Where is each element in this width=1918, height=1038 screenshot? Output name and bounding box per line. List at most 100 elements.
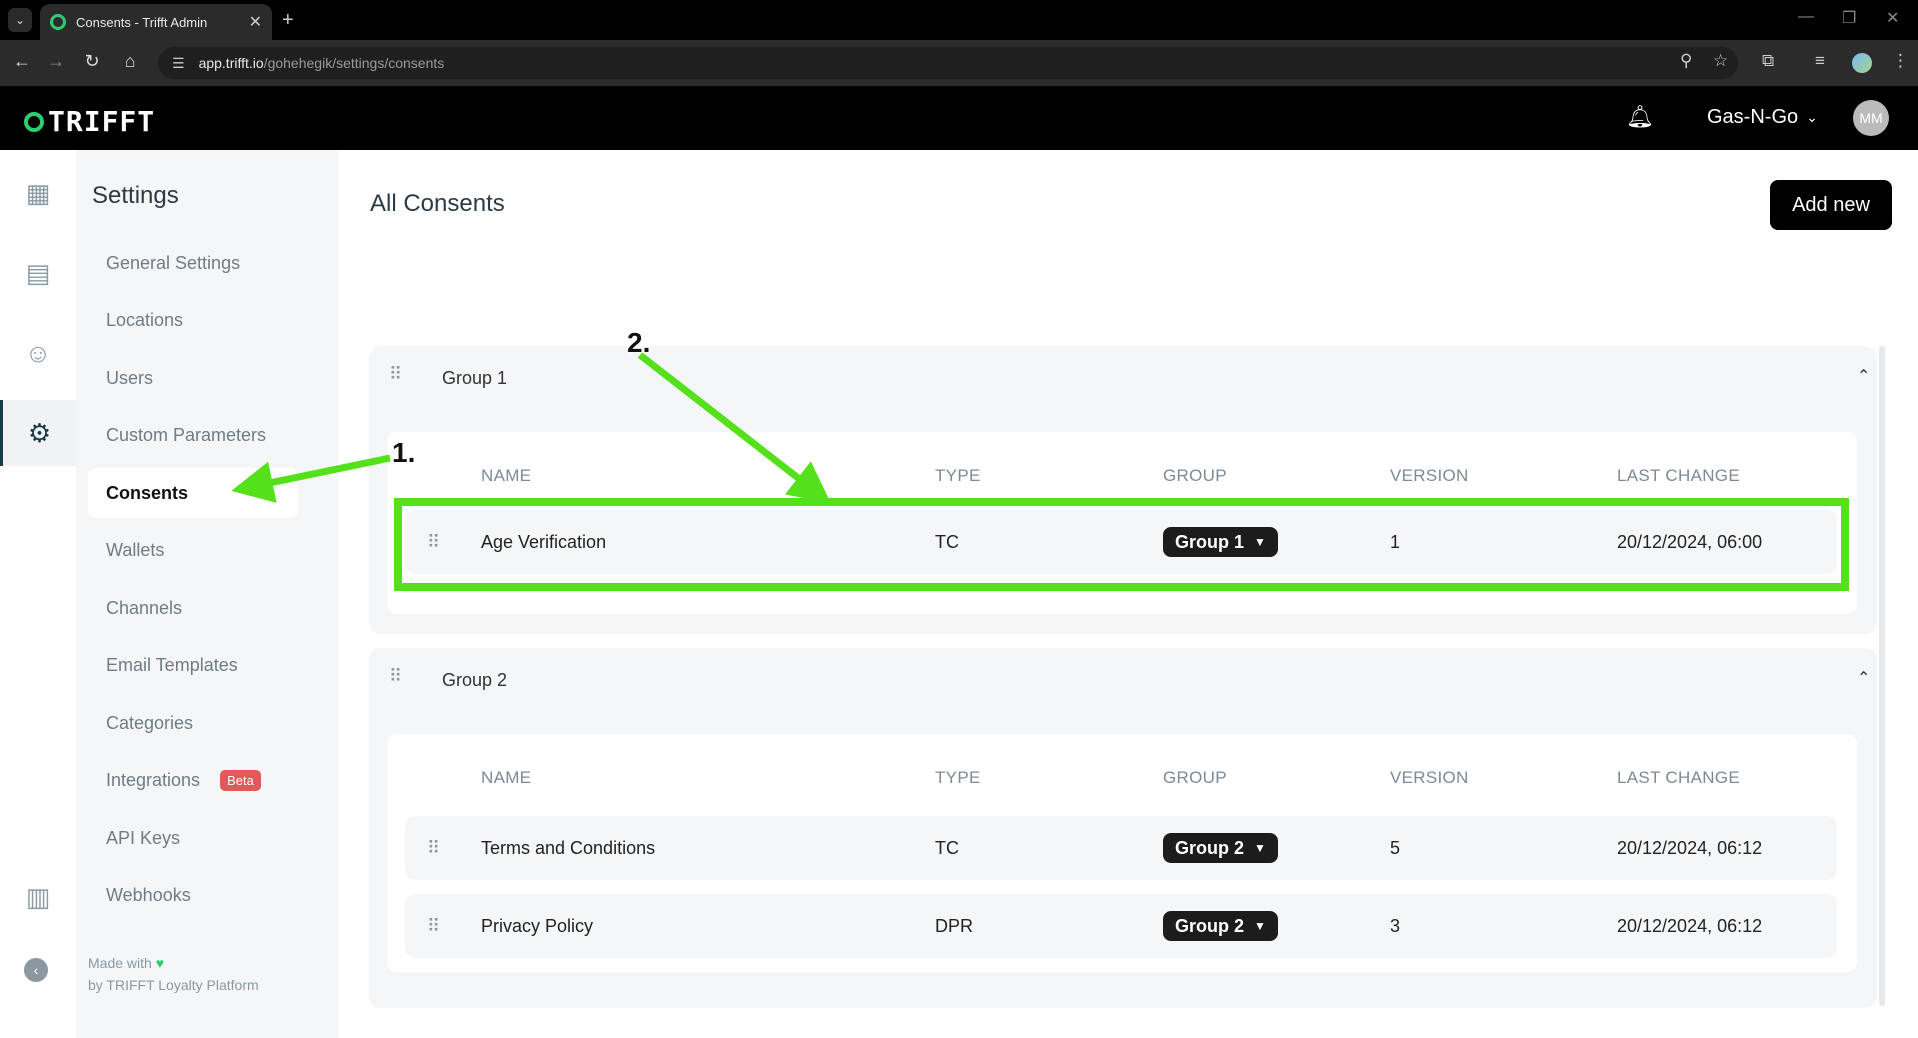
sidebar-item-channels[interactable]: Channels <box>88 583 298 633</box>
consent-type: TC <box>935 838 959 858</box>
consent-name[interactable]: Privacy Policy <box>481 916 593 937</box>
minimize-button[interactable]: — <box>1798 8 1814 26</box>
consent-group-card: ⠿ Group 1 ⌃ NAME TYPE GROUP VERSION LAST… <box>369 346 1877 634</box>
sidebar-item-general-settings[interactable]: General Settings <box>88 238 298 288</box>
drag-handle-icon[interactable]: ⠿ <box>427 916 440 937</box>
extensions-icon[interactable]: ⧉ <box>1762 51 1774 71</box>
consent-last-change: 20/12/2024, 06:12 <box>1617 838 1763 858</box>
media-control-icon[interactable]: ≡ <box>1815 51 1825 71</box>
chevron-up-icon[interactable]: ⌃ <box>1857 668 1870 688</box>
close-tab-icon[interactable]: ✕ <box>249 12 262 32</box>
column-header-type: TYPE <box>935 768 981 787</box>
trifft-logo[interactable]: TRIFFT <box>24 105 155 138</box>
group-dropdown[interactable]: Group 2 ▼ <box>1163 911 1278 941</box>
forward-icon[interactable]: → <box>44 51 68 72</box>
group-name: Group 2 <box>442 670 508 690</box>
group-dropdown-value: Group 1 <box>1175 531 1245 552</box>
address-bar[interactable]: ☰ app.trifft.io/gohehegik/settings/conse… <box>158 47 1738 79</box>
group-dropdown-value: Group 2 <box>1175 837 1245 858</box>
reload-icon[interactable]: ↻ <box>80 51 104 72</box>
sidebar-item-email-templates[interactable]: Email Templates <box>88 640 298 690</box>
consent-name[interactable]: Age Verification <box>481 532 606 553</box>
group-dropdown[interactable]: Group 1 ▼ <box>1163 527 1278 557</box>
trifft-favicon-icon <box>50 14 66 30</box>
bookmark-star-icon[interactable]: ☆ <box>1713 51 1728 71</box>
collapse-sidebar-icon[interactable]: ‹ <box>24 958 48 982</box>
notification-bell-icon[interactable]: 🔔︎ <box>1626 104 1654 130</box>
table-row[interactable]: ⠿ Terms and Conditions TC Group 2 ▼ 5 20… <box>405 816 1837 880</box>
table-row[interactable]: ⠿ Age Verification TC Group 1 ▼ 1 20/12/… <box>405 510 1837 574</box>
sidebar-item-custom-parameters[interactable]: Custom Parameters <box>88 410 298 460</box>
column-header-version: VERSION <box>1390 466 1469 485</box>
table-row[interactable]: ⠿ Privacy Policy DPR Group 2 ▼ 3 20/12/2… <box>405 894 1837 958</box>
scrollbar[interactable] <box>1879 346 1885 1006</box>
consent-last-change: 20/12/2024, 06:12 <box>1617 916 1763 936</box>
browser-profile-icon[interactable] <box>1852 53 1872 73</box>
sidebar-item-locations[interactable]: Locations <box>88 295 298 345</box>
chevron-up-icon[interactable]: ⌃ <box>1857 366 1870 386</box>
sidebar-item-integrations[interactable]: Integrations Beta <box>88 755 298 805</box>
dashboard-icon[interactable]: ▦ <box>0 160 76 226</box>
analytics-icon[interactable]: ▥ <box>0 864 76 930</box>
made-with-text: Made with <box>88 955 152 971</box>
logo-text: TRIFFT <box>48 105 156 138</box>
settings-sidebar: Settings General Settings Locations User… <box>76 150 338 1038</box>
home-icon[interactable]: ⌂ <box>118 51 142 72</box>
consent-type: DPR <box>935 916 974 936</box>
smiley-icon[interactable]: ☺ <box>0 320 76 386</box>
sidebar-item-categories[interactable]: Categories <box>88 698 298 748</box>
browser-tabstrip: ⌄ Consents - Trifft Admin ✕ + — ❐ ✕ <box>0 0 1918 40</box>
settings-title: Settings <box>92 182 179 209</box>
drag-handle-icon[interactable]: ⠿ <box>427 532 440 553</box>
consent-name[interactable]: Terms and Conditions <box>481 838 655 859</box>
beta-badge: Beta <box>220 769 261 791</box>
settings-gear-icon[interactable]: ⚙ <box>0 400 76 466</box>
url-text: app.trifft.io/gohehegik/settings/consent… <box>199 55 445 71</box>
sidebar-item-webhooks[interactable]: Webhooks <box>88 870 298 920</box>
tab-title: Consents - Trifft Admin <box>76 14 208 30</box>
url-host: app.trifft.io <box>198 55 264 71</box>
sidebar-item-label: Integrations <box>106 769 201 790</box>
document-icon[interactable]: ▤ <box>0 240 76 306</box>
group-dropdown-value: Group 2 <box>1175 915 1245 936</box>
chevron-down-icon: ⌄ <box>1806 109 1818 125</box>
column-header-type: TYPE <box>935 466 981 485</box>
logo-ring-icon <box>24 111 44 132</box>
column-header-group: GROUP <box>1163 768 1227 787</box>
organization-switcher[interactable]: Gas-N-Go ⌄ <box>1707 106 1818 129</box>
sidebar-item-api-keys[interactable]: API Keys <box>88 813 298 863</box>
zoom-icon[interactable]: ⚲ <box>1680 51 1692 71</box>
consent-table: NAME TYPE GROUP VERSION LAST CHANGE ⠿ Ag… <box>387 432 1857 614</box>
close-window-button[interactable]: ✕ <box>1886 8 1899 28</box>
consent-group-card: ⠿ Group 2 ⌃ NAME TYPE GROUP VERSION LAST… <box>369 648 1877 1008</box>
drag-handle-icon[interactable]: ⠿ <box>427 838 440 859</box>
back-icon[interactable]: ← <box>10 51 34 72</box>
user-avatar[interactable]: MM <box>1853 100 1889 136</box>
browser-toolbar: ← → ↻ ⌂ ☰ app.trifft.io/gohehegik/settin… <box>0 40 1918 86</box>
consent-table: NAME TYPE GROUP VERSION LAST CHANGE ⠿ Te… <box>387 734 1857 972</box>
sidebar-item-wallets[interactable]: Wallets <box>88 525 298 575</box>
made-with-footer: Made with ♥ by TRIFFT Loyalty Platform <box>88 952 259 996</box>
sidebar-item-consents[interactable]: Consents <box>88 468 298 518</box>
drag-handle-icon[interactable]: ⠿ <box>389 364 402 385</box>
url-path: /gohehegik/settings/consents <box>263 55 445 71</box>
site-info-icon[interactable]: ☰ <box>172 55 185 72</box>
sidebar-item-users[interactable]: Users <box>88 353 298 403</box>
group-header[interactable]: ⠿ Group 1 ⌃ <box>369 346 1877 408</box>
consent-version: 1 <box>1390 532 1401 552</box>
drag-handle-icon[interactable]: ⠿ <box>389 666 402 687</box>
restore-button[interactable]: ❐ <box>1842 8 1856 28</box>
browser-tab[interactable]: Consents - Trifft Admin ✕ <box>40 4 272 40</box>
organization-name: Gas-N-Go <box>1707 106 1799 128</box>
caret-down-icon: ▼ <box>1254 841 1266 855</box>
main-nav-rail: ▦ ▤ ☺ ⚙ ▥ ‹ <box>0 150 76 1038</box>
browser-menu-icon[interactable]: ⋮ <box>1892 51 1909 71</box>
consent-last-change: 20/12/2024, 06:00 <box>1617 532 1763 552</box>
group-dropdown[interactable]: Group 2 ▼ <box>1163 833 1278 863</box>
consent-version: 5 <box>1390 838 1401 858</box>
new-tab-button[interactable]: + <box>282 9 294 32</box>
add-new-button[interactable]: Add new <box>1770 180 1892 230</box>
group-header[interactable]: ⠿ Group 2 ⌃ <box>369 648 1877 710</box>
platform-credit: by TRIFFT Loyalty Platform <box>88 977 259 993</box>
tab-search-button[interactable]: ⌄ <box>8 8 32 32</box>
